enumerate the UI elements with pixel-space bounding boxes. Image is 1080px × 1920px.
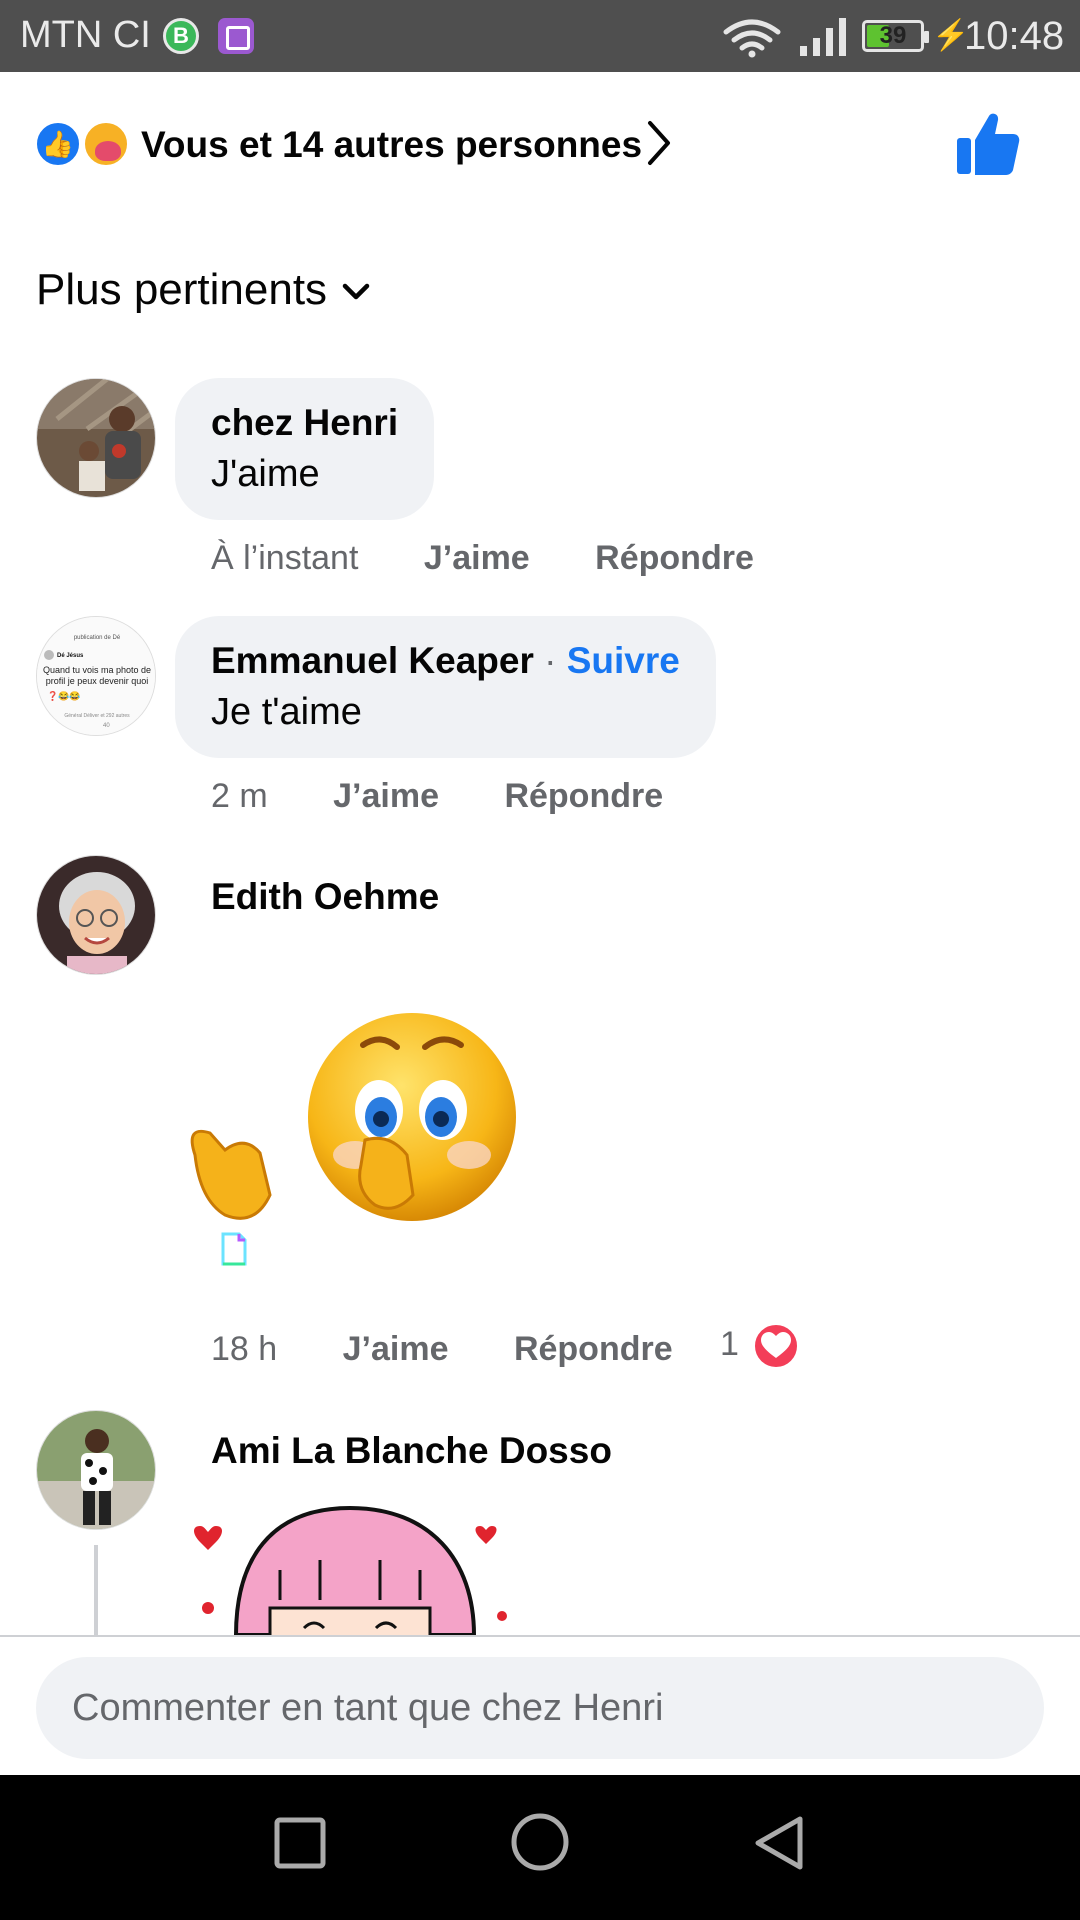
like-comment-button[interactable]: J’aime: [343, 1327, 449, 1371]
comment-bubble[interactable]: chez Henri J'aime: [175, 378, 435, 520]
carrier-name: MTN CI: [20, 14, 151, 56]
reply-button[interactable]: Répondre: [514, 1327, 673, 1371]
comment-actions: 18 h J’aime Répondre: [211, 1327, 673, 1371]
follow-button[interactable]: Suivre: [567, 640, 680, 681]
like-comment-button[interactable]: J’aime: [424, 536, 530, 580]
gallery-icon: [218, 18, 254, 54]
avatar[interactable]: [36, 1410, 156, 1530]
heart-icon: [752, 1322, 800, 1370]
reaction-count[interactable]: 1: [720, 1322, 739, 1366]
sort-label: Plus pertinents: [36, 265, 328, 314]
sort-dropdown[interactable]: Plus pertinents: [36, 262, 371, 318]
thread-line: [94, 1545, 98, 1635]
comment-time: À l’instant: [211, 539, 359, 577]
avatar[interactable]: [36, 378, 156, 498]
comment-text: Je t'aime: [211, 691, 362, 733]
comment-composer: [0, 1635, 1080, 1775]
comment-author[interactable]: Ami La Blanche Dosso: [211, 1426, 612, 1476]
battery-level: 39: [879, 22, 907, 49]
reactions-summary-text: Vous et 14 autres personnes: [141, 124, 643, 165]
svg-text:❓😂😂: ❓😂😂: [47, 690, 81, 701]
avatar[interactable]: [36, 855, 156, 975]
reply-button[interactable]: Répondre: [595, 536, 754, 580]
avatar-post-footer: Général Déliver et 292 autres: [64, 713, 130, 719]
home-button-icon[interactable]: [510, 1812, 570, 1872]
comment-time: 2 m: [211, 777, 268, 815]
like-icon: 👍: [34, 120, 82, 168]
like-button-icon[interactable]: [955, 110, 1021, 178]
pink-hair-girl-sticker: [180, 1500, 520, 1635]
wifi-icon: [723, 19, 781, 58]
comment-text: J'aime: [211, 453, 320, 495]
comment-author-line: Emmanuel Keaper · Suivre: [211, 636, 680, 686]
reply-button[interactable]: Répondre: [504, 774, 663, 818]
navigation-bar: [0, 1775, 1080, 1920]
comment-actions: À l’instant J’aime Répondre: [211, 536, 754, 580]
like-comment-button[interactable]: J’aime: [333, 774, 439, 818]
care-icon: [82, 120, 130, 168]
battery-icon: 39: [862, 20, 929, 52]
chevron-right-icon: [648, 121, 670, 165]
separator: ·: [544, 640, 557, 681]
comment-time: 18 h: [211, 1330, 278, 1368]
avatar[interactable]: publication de Dé Dé Jésus Quand tu vois…: [36, 616, 156, 736]
avatar-post-body: Quand tu vois ma photo de profil je peux…: [42, 665, 152, 686]
avatar-post-count: 40: [103, 723, 110, 729]
avatar-post-name: Dé Jésus: [57, 653, 84, 659]
comment-author[interactable]: Edith Oehme: [211, 872, 439, 922]
comment-author[interactable]: Emmanuel Keaper: [211, 640, 534, 681]
comment-bubble[interactable]: Emmanuel Keaper · Suivre Je t'aime: [175, 616, 716, 758]
reactions-summary[interactable]: 👍 Vous et 14 autres personnes: [0, 100, 1080, 190]
whatsapp-business-icon: B: [163, 18, 199, 54]
status-bar: MTN CI B 39 ⚡ 10:48: [0, 0, 1080, 72]
gif-badge-icon: [205, 1220, 263, 1278]
signal-icon: [800, 18, 846, 56]
clock: 10:48: [964, 14, 1065, 58]
comment-author[interactable]: chez Henri: [211, 398, 398, 448]
back-button-icon[interactable]: [752, 1815, 808, 1871]
avatar-post-header: publication de Dé: [74, 635, 121, 641]
recents-button-icon[interactable]: [272, 1815, 328, 1871]
comment-actions: 2 m J’aime Répondre: [211, 774, 663, 818]
screen: MTN CI B 39 ⚡ 10:48 👍 Vous et 14 autres …: [0, 0, 1080, 1920]
chevron-down-icon: [342, 284, 370, 300]
comment-input[interactable]: [36, 1657, 1044, 1759]
